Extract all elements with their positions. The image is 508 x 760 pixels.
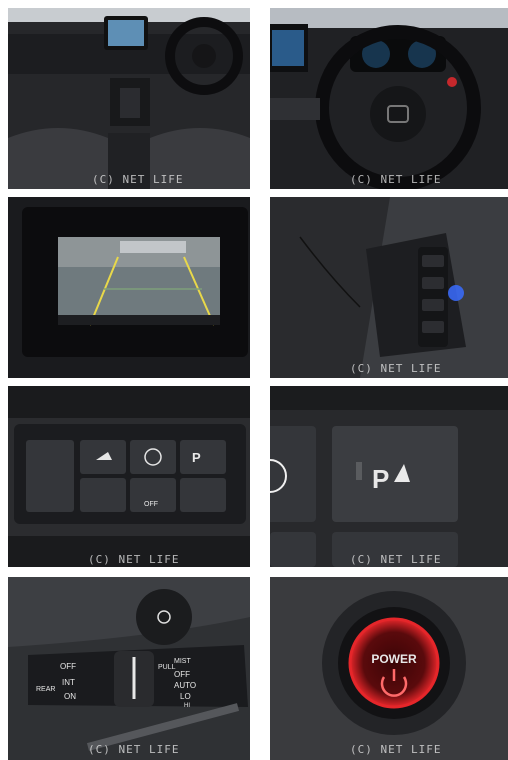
steering-illustration [270, 8, 508, 189]
pull-label: PULL [158, 664, 176, 671]
off-label: OFF [174, 670, 190, 679]
photo-steering-wheel: (C) NET LIFE [270, 8, 508, 189]
power-label: POWER [371, 652, 417, 666]
photo-wiper-stalk: OFF INT ON REAR PULL MIST OFF AUTO LO HI… [8, 577, 250, 760]
power-button-illustration: POWER [270, 577, 508, 760]
auto-label: AUTO [174, 681, 196, 690]
parking-button-illustration: P [270, 386, 508, 567]
photo-parking-sensor-button: P (C) NET LIFE [270, 386, 508, 567]
rear-label: REAR [36, 686, 55, 693]
watermark: (C) NET LIFE [88, 743, 180, 756]
watermark: (C) NET LIFE [88, 553, 180, 566]
side-panel-illustration [270, 197, 508, 378]
photo-dashboard-interior: (C) NET LIFE [8, 8, 250, 189]
lo-label: LO [180, 692, 191, 701]
photo-rear-camera-display [8, 197, 250, 378]
rear-on-label: ON [64, 692, 76, 701]
rear-off-label: OFF [60, 662, 76, 671]
watermark: (C) NET LIFE [92, 173, 184, 186]
switch-bank-illustration: P OFF [8, 386, 250, 567]
watermark: (C) NET LIFE [350, 743, 442, 756]
photo-lower-switch-bank: P OFF (C) NET LIFE [8, 386, 250, 567]
parking-sensor-label: P [372, 464, 389, 494]
off-label: OFF [144, 501, 158, 508]
watermark: (C) NET LIFE [350, 553, 442, 566]
photo-power-button: POWER (C) NET LIFE [270, 577, 508, 760]
dashboard-illustration [8, 8, 250, 189]
photo-side-switch-panel: (C) NET LIFE [270, 197, 508, 378]
mist-label: MIST [174, 658, 191, 665]
watermark: (C) NET LIFE [350, 173, 442, 186]
display-illustration [8, 197, 250, 378]
wiper-stalk-illustration: OFF INT ON REAR PULL MIST OFF AUTO LO HI [8, 577, 250, 760]
hi-label: HI [184, 703, 190, 709]
watermark: (C) NET LIFE [350, 362, 442, 375]
parking-label: P [192, 450, 201, 465]
rear-int-label: INT [62, 678, 75, 687]
